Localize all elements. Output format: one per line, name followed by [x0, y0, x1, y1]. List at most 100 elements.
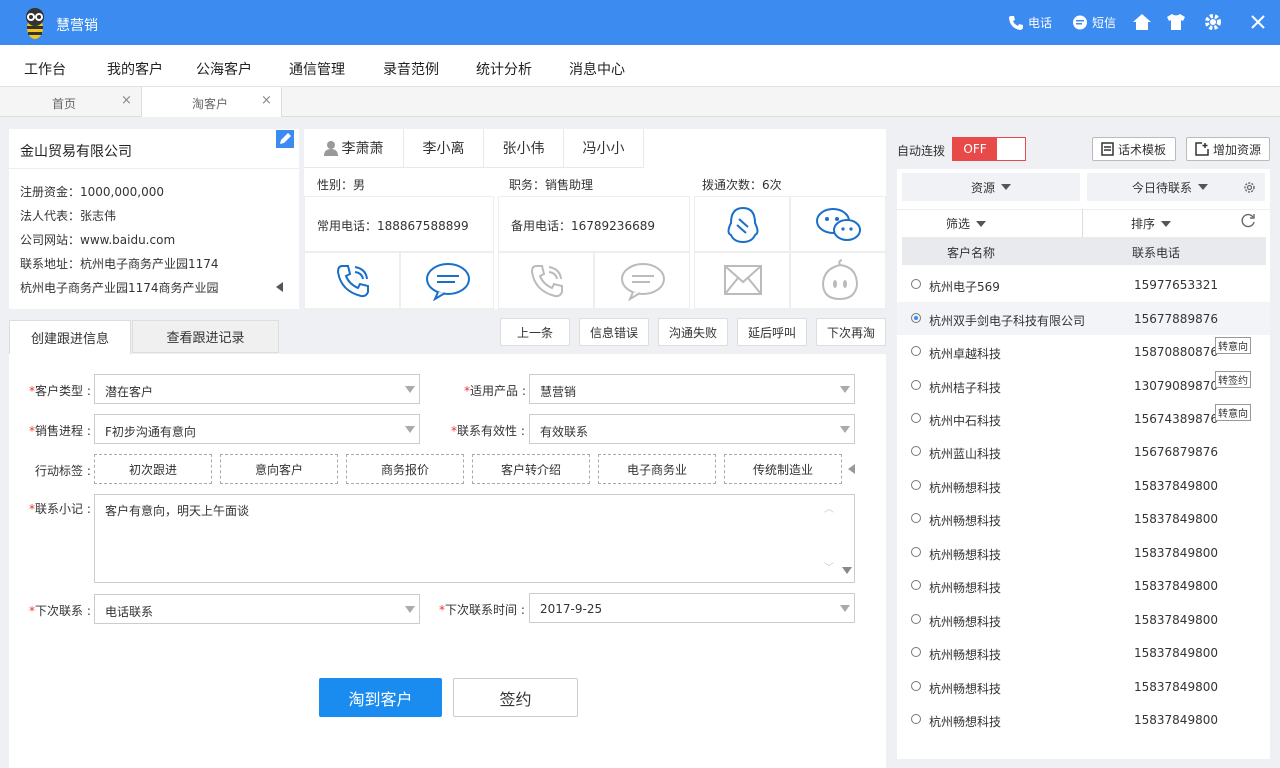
refresh-icon[interactable] — [1241, 213, 1256, 228]
menu-messages[interactable]: 消息中心 — [569, 59, 625, 79]
list-item[interactable]: 杭州蓝山科技 15676879876 — [897, 435, 1270, 468]
add-resource-button[interactable]: 增加资源 — [1186, 137, 1270, 161]
tag-referral[interactable]: 客户转介绍 — [472, 454, 590, 484]
list-item[interactable]: 杭州畅想科技 15837849800 — [897, 569, 1270, 602]
next-tao-button[interactable]: 下次再淘 — [816, 318, 886, 346]
delay-call-button[interactable]: 延后呼叫 — [737, 318, 807, 346]
status-badge[interactable]: 转意向 — [1215, 337, 1251, 354]
radio-button[interactable] — [911, 547, 921, 557]
call-main-button[interactable] — [304, 252, 400, 309]
call-backup-button[interactable] — [498, 252, 594, 309]
radio-button[interactable] — [911, 346, 921, 356]
menu-communication[interactable]: 通信管理 — [289, 59, 345, 79]
close-icon[interactable] — [1248, 12, 1268, 32]
resize-icon[interactable] — [842, 567, 852, 574]
prev-button[interactable]: 上一条 — [500, 318, 570, 346]
company-capital: 注册资金：1000,000,000 — [20, 185, 164, 199]
radio-button[interactable] — [911, 413, 921, 423]
main-menu: 工作台 我的客户 公海客户 通信管理 录音范例 统计分析 消息中心 — [0, 45, 1280, 87]
status-badge[interactable]: 转意向 — [1215, 404, 1251, 421]
radio-button[interactable] — [911, 513, 921, 523]
sms-backup-button[interactable] — [594, 252, 690, 309]
wechat-button[interactable] — [790, 196, 886, 252]
validity-select[interactable]: 有效联系 — [529, 414, 855, 444]
sms-button[interactable]: 短信 — [1072, 14, 1116, 31]
list-item[interactable]: 杭州卓越科技 15870880876 转意向 — [897, 335, 1270, 368]
close-tab-icon[interactable]: × — [261, 93, 272, 108]
scroll-left-icon[interactable] — [847, 463, 856, 475]
tab-tao-customer[interactable]: 淘客户 × — [142, 87, 282, 117]
chevron-down-icon[interactable]: ﹀ — [824, 559, 834, 574]
settings-icon[interactable] — [1243, 181, 1256, 194]
tag-business-quote[interactable]: 商务报价 — [346, 454, 464, 484]
product-select[interactable]: 慧营销 — [529, 374, 855, 404]
gear-icon[interactable] — [1203, 12, 1223, 32]
tab-home[interactable]: 首页 × — [0, 87, 142, 117]
list-item[interactable]: 杭州电子569 15977653321 — [897, 268, 1270, 301]
list-item[interactable]: 杭州畅想科技 15837849800 — [897, 469, 1270, 502]
list-item[interactable]: 杭州中石科技 15674389876 转意向 — [897, 402, 1270, 435]
phone-button[interactable]: 电话 — [1008, 14, 1052, 31]
contact-tab-2[interactable]: 李小离 — [404, 129, 484, 168]
sign-button[interactable]: 签约 — [453, 678, 578, 717]
tab-view-follow-up[interactable]: 查看跟进记录 — [132, 320, 279, 353]
menu-public-customers[interactable]: 公海客户 — [196, 59, 252, 79]
filter-button[interactable]: 筛选 — [946, 215, 987, 232]
next-time-select[interactable]: 2017-9-25 — [529, 593, 855, 623]
chevron-up-icon[interactable]: ︿ — [824, 500, 834, 515]
shirt-icon[interactable] — [1166, 12, 1186, 32]
radio-button[interactable] — [911, 580, 921, 590]
radio-button[interactable] — [911, 446, 921, 456]
home-icon[interactable] — [1132, 12, 1152, 32]
list-item[interactable]: 杭州畅想科技 15837849800 — [897, 603, 1270, 636]
sort-button[interactable]: 排序 — [1131, 215, 1172, 232]
list-item[interactable]: 杭州双手剑电子科技有限公司 15677889876 — [897, 302, 1270, 335]
menu-statistics[interactable]: 统计分析 — [476, 59, 532, 79]
menu-workbench[interactable]: 工作台 — [24, 59, 66, 79]
radio-button[interactable] — [911, 380, 921, 390]
radio-button[interactable] — [911, 313, 921, 323]
menu-my-customers[interactable]: 我的客户 — [107, 59, 163, 79]
qq-button[interactable] — [694, 196, 790, 252]
sales-stage-select[interactable]: F初步沟通有意向 — [94, 414, 420, 444]
tag-ecommerce[interactable]: 电子商务业 — [598, 454, 716, 484]
resource-filter[interactable]: 资源 — [902, 173, 1080, 201]
close-tab-icon[interactable]: × — [121, 93, 132, 108]
list-item[interactable]: 杭州畅想科技 15837849800 — [897, 502, 1270, 535]
submit-button[interactable]: 淘到客户 — [319, 678, 442, 717]
list-item[interactable]: 杭州畅想科技 15837849800 — [897, 670, 1270, 703]
auto-connect-toggle[interactable]: OFF — [952, 137, 1026, 161]
email-button[interactable] — [694, 252, 790, 309]
note-textarea[interactable]: 客户有意向，明天上午面谈 ︿ ﹀ — [94, 494, 855, 583]
contact-tab-3[interactable]: 张小伟 — [484, 129, 564, 168]
edit-icon[interactable] — [276, 130, 294, 148]
tab-create-follow-up[interactable]: 创建跟进信息 — [9, 320, 131, 354]
next-contact-select[interactable]: 电话联系 — [94, 594, 420, 624]
contact-tab-1[interactable]: 李萧萧 — [304, 129, 404, 168]
customer-name: 杭州畅想科技 — [929, 514, 1002, 528]
menu-recordings[interactable]: 录音范例 — [383, 59, 439, 79]
emoji-button[interactable] — [790, 252, 886, 309]
template-button[interactable]: 话术模板 — [1092, 137, 1176, 161]
radio-button[interactable] — [911, 681, 921, 691]
tag-intent-customer[interactable]: 意向客户 — [220, 454, 338, 484]
contact-tab-4[interactable]: 冯小小 — [564, 129, 644, 168]
radio-button[interactable] — [911, 480, 921, 490]
info-error-button[interactable]: 信息错误 — [579, 318, 649, 346]
comm-failed-button[interactable]: 沟通失败 — [658, 318, 728, 346]
collapse-left-icon[interactable] — [275, 281, 285, 293]
radio-button[interactable] — [911, 714, 921, 724]
status-badge[interactable]: 转签约 — [1215, 371, 1251, 388]
list-item[interactable]: 杭州桔子科技 13079089870 转签约 — [897, 369, 1270, 402]
radio-button[interactable] — [911, 614, 921, 624]
today-filter[interactable]: 今日待联系 — [1087, 173, 1265, 201]
list-item[interactable]: 杭州畅想科技 15837849800 — [897, 636, 1270, 669]
sms-main-button[interactable] — [400, 252, 494, 309]
radio-button[interactable] — [911, 647, 921, 657]
tag-manufacturing[interactable]: 传统制造业 — [724, 454, 842, 484]
list-item[interactable]: 杭州畅想科技 15837849800 — [897, 536, 1270, 569]
radio-button[interactable] — [911, 279, 921, 289]
list-item[interactable]: 杭州畅想科技 15837849800 — [897, 703, 1270, 736]
tag-first-follow[interactable]: 初次跟进 — [94, 454, 212, 484]
customer-type-select[interactable]: 潜在客户 — [94, 374, 420, 404]
